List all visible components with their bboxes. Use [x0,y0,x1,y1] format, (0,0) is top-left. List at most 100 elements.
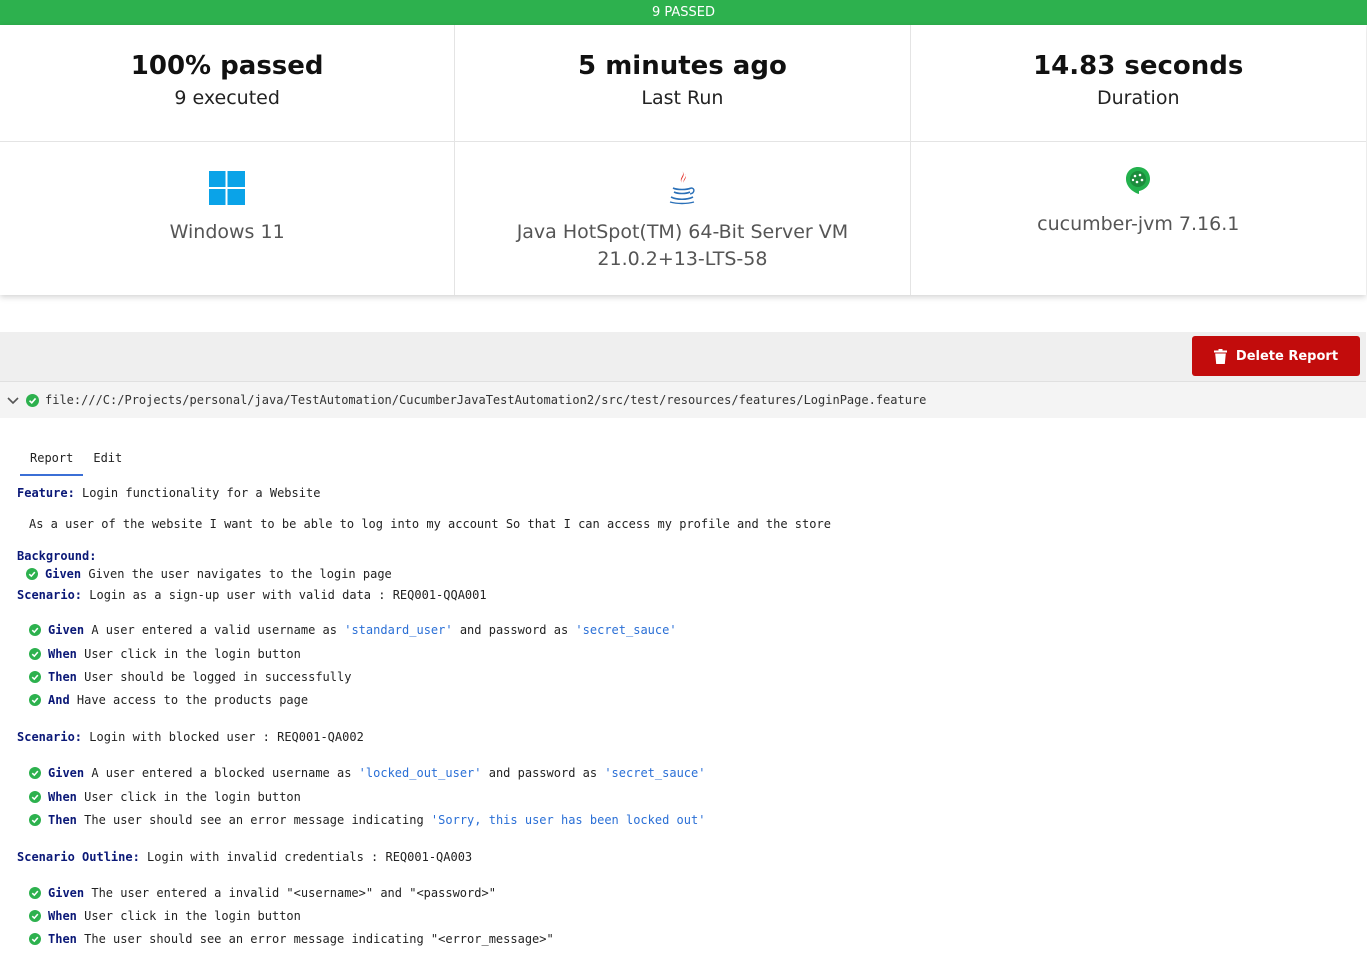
background-step: Given Given the user navigates to the lo… [26,566,392,582]
windows-icon [0,168,454,208]
step-keyword: Then [48,932,77,946]
summary-panel: 100% passed 9 executed 5 minutes ago Las… [0,25,1366,295]
step-text: The user entered a invalid "<username>" … [84,886,496,900]
scenario-step: Given A user entered a valid username as… [29,622,677,638]
feature-description: As a user of the website I want to be ab… [29,517,831,531]
scenario-step: When User click in the login button [29,908,301,924]
step-text: and password as [481,766,605,780]
tab-edit[interactable]: Edit [83,449,132,476]
scenario-step: Then The user should see an error messag… [29,812,705,828]
step-text: Given the user navigates to the login pa… [81,567,392,581]
passed-check-icon [29,648,41,660]
step-argument: 'standard_user' [344,623,453,637]
passed-check-icon [29,671,41,683]
delete-report-button[interactable]: Delete Report [1192,336,1360,376]
scenario-step: Then User should be logged in successful… [29,669,351,685]
chevron-down-icon[interactable] [0,397,26,405]
env-java-version: 21.0.2+13-LTS-58 [597,248,768,270]
stats-row: 100% passed 9 executed 5 minutes ago Las… [0,25,1366,142]
step-keyword: When [48,790,77,804]
step-keyword: Then [48,813,77,827]
env-os-label: Windows 11 [169,221,285,243]
scenario-step: When User click in the login button [29,646,301,662]
scenario-step: Given The user entered a invalid "<usern… [29,885,496,901]
step-text: and password as [452,623,576,637]
report-tabs: Report Edit [20,449,132,476]
scenario-name: Login as a sign-up user with valid data … [82,588,487,602]
scenario-name: Login with blocked user : REQ001-QA002 [82,730,364,744]
step-text: User click in the login button [76,909,301,923]
passed-check-icon [26,568,38,580]
tab-report[interactable]: Report [20,449,84,476]
step-argument: 'secret_sauce' [604,766,706,780]
scenario-step: When User click in the login button [29,789,301,805]
feature-keyword: Feature: [17,486,75,500]
stat-label: Last Run [641,87,724,109]
stat-value: 5 minutes ago [578,51,787,81]
step-text: The user should see an error message ind… [76,813,431,827]
java-icon [455,168,909,208]
stat-value: 100% passed [130,51,324,81]
passed-check-icon [29,814,41,826]
delete-report-label: Delete Report [1235,348,1339,364]
trash-icon [1213,348,1227,364]
passed-check-icon [29,694,41,706]
scenario-keyword: Scenario: [17,588,83,602]
background-line: Background: [17,548,96,564]
step-keyword: Given [48,766,85,780]
env-java-label: Java HotSpot(TM) 64-Bit Server VM [516,221,849,243]
feature-line: Feature: Login functionality for a Websi… [17,485,320,501]
step-text: User should be logged in successfully [76,670,352,684]
passed-check-icon [26,393,39,407]
env-cucumber-label: cucumber-jvm 7.16.1 [1037,213,1240,235]
scenario-keyword: Scenario Outline: [17,850,140,864]
scenario-keyword: Scenario: [17,730,83,744]
stat-label: 9 executed [174,87,280,109]
step-text: User click in the login button [76,790,301,804]
passed-check-icon [29,933,41,945]
scenario-step: Given A user entered a blocked username … [29,765,705,781]
stat-label: Duration [1096,87,1180,109]
step-argument: 'secret_sauce' [575,623,677,637]
step-keyword: When [48,647,77,661]
step-keyword: When [48,909,77,923]
feature-file-path[interactable]: file:///C:/Projects/personal/java/TestAu… [45,393,926,407]
stat-duration: 14.83 seconds Duration [910,25,1366,142]
scenario-name: Login with invalid credentials : REQ001-… [139,850,473,864]
passed-check-icon [29,791,41,803]
scenario-title: Scenario Outline: Login with invalid cre… [17,849,472,865]
step-text: A user entered a blocked username as [84,766,359,780]
scenario-title: Scenario: Login as a sign-up user with v… [17,587,487,603]
env-java: Java HotSpot(TM) 64-Bit Server VM 21.0.2… [455,142,911,295]
step-argument: 'locked_out_user' [358,766,482,780]
step-text: The user should see an error message ind… [76,932,554,946]
step-text: A user entered a valid username as [84,623,345,637]
env-os: Windows 11 [0,142,456,295]
background-keyword: Background: [17,549,97,563]
stat-passed: 100% passed 9 executed [0,25,456,142]
feature-file-header[interactable]: file:///C:/Projects/personal/java/TestAu… [0,381,1366,418]
stat-value: 14.83 seconds [1033,51,1244,81]
step-text: Have access to the products page [69,693,309,707]
env-cucumber: cucumber-jvm 7.16.1 [911,142,1366,295]
step-keyword: And [48,693,70,707]
scenario-title: Scenario: Login with blocked user : REQ0… [17,729,364,745]
status-bar: 9 PASSED [0,0,1367,25]
step-argument: 'Sorry, this user has been locked out' [430,813,706,827]
step-text: User click in the login button [76,647,301,661]
report-toolbar: Delete Report [0,332,1366,381]
feature-name: Login functionality for a Website [74,486,321,500]
step-keyword: Given [48,623,85,637]
passed-check-icon [29,910,41,922]
step-keyword: Then [48,670,77,684]
step-keyword: Given [48,886,85,900]
cucumber-icon [911,160,1366,200]
stat-last-run: 5 minutes ago Last Run [455,25,911,142]
scenario-step: And Have access to the products page [29,692,308,708]
passed-check-icon [29,624,41,636]
passed-check-icon [29,767,41,779]
environment-row: Windows 11 Java HotSpot(TM) 64-Bit Serve… [0,142,1366,295]
passed-check-icon [29,887,41,899]
step-keyword: Given [45,567,82,581]
scenario-step: Then The user should see an error messag… [29,931,554,947]
